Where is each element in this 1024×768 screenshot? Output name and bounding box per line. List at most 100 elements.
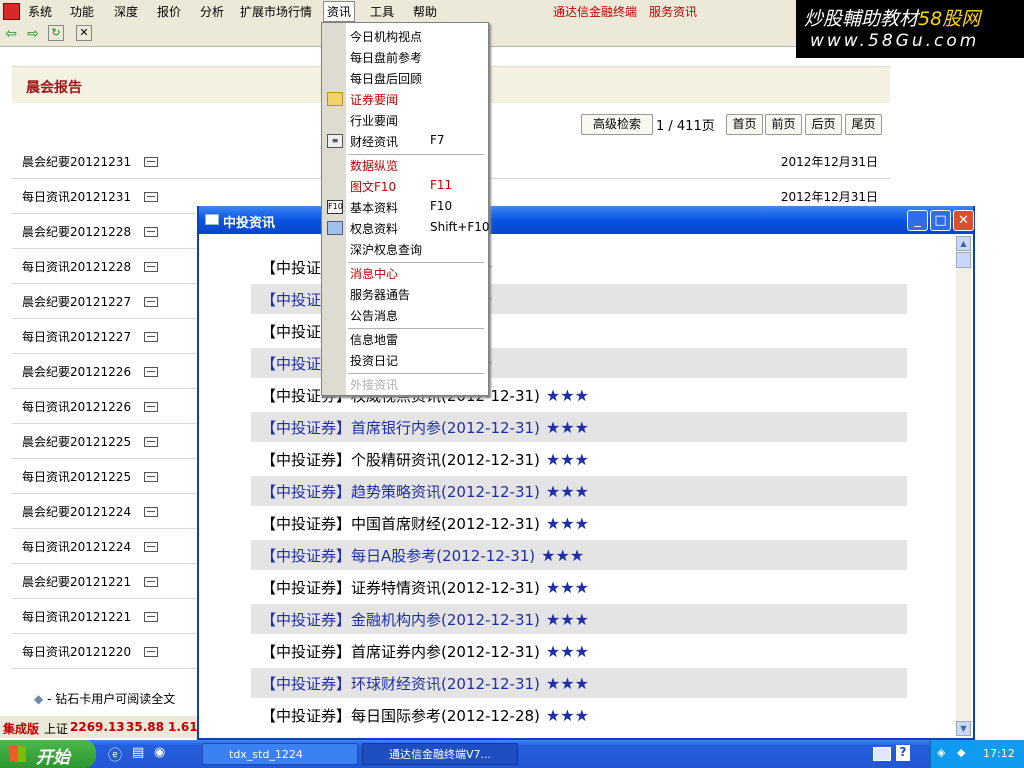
news-title[interactable]: 【中投证券】中国首席财经(: [261, 515, 447, 533]
report-row-title[interactable]: 晨会纪要20121225: [22, 433, 131, 450]
report-row-title[interactable]: 每日资讯20121224: [22, 538, 131, 555]
menu-item[interactable]: 信息地雷: [350, 331, 398, 348]
last-page-button[interactable]: 尾页: [845, 114, 882, 135]
news-title[interactable]: 【中投证券】首席证券内参(: [261, 643, 447, 661]
report-row-title[interactable]: 晨会纪要20121224: [22, 503, 131, 520]
report-row-title[interactable]: 晨会纪要20121228: [22, 223, 131, 240]
news-row[interactable]: 【中投证券】趋势策略资讯(2012-12-31) ★★★: [251, 476, 907, 506]
scroll-down-icon[interactable]: ▼: [956, 721, 971, 736]
news-row[interactable]: 【中投证券】首席证券内参(2012-12-31) ★★★: [251, 636, 907, 666]
menu-analysis[interactable]: 分析: [200, 3, 224, 20]
document-icon[interactable]: [144, 542, 158, 552]
report-row-title[interactable]: 晨会纪要20121227: [22, 293, 131, 310]
news-row-text[interactable]: 【中投证券】环球财经资讯(2012-12-31) ★★★: [261, 673, 589, 694]
news-row-text[interactable]: 【中投证券】首席银行内参(2012-12-31) ★★★: [261, 417, 589, 438]
news-row-text[interactable]: 【中投证券】证券特情资讯(2012-12-31) ★★★: [261, 577, 589, 598]
report-row-title[interactable]: 每日资讯20121225: [22, 468, 131, 485]
ie-icon[interactable]: ⓔ: [108, 745, 122, 765]
dialog-close-button[interactable]: ✕: [953, 210, 974, 231]
menu-extended-market[interactable]: 扩展市场行情: [240, 3, 312, 20]
menu-item[interactable]: 深沪权息查询: [350, 241, 422, 258]
menu-tools[interactable]: 工具: [370, 3, 394, 20]
document-icon[interactable]: [144, 472, 158, 482]
news-row[interactable]: 【中投证券】个股精研资讯(2012-12-31) ★★★: [251, 444, 907, 474]
document-icon[interactable]: [144, 507, 158, 517]
news-row-text[interactable]: 【中投证券】中国首席财经(2012-12-31) ★★★: [261, 513, 589, 534]
report-row-title[interactable]: 晨会纪要20121231: [22, 153, 131, 170]
close-icon[interactable]: ✕: [76, 25, 92, 41]
menu-help[interactable]: 帮助: [413, 3, 437, 20]
news-row-text[interactable]: 【中投证券】金融机构内参(2012-12-31) ★★★: [261, 609, 589, 630]
menu-item[interactable]: 基本资料 F10: [350, 199, 452, 216]
news-title[interactable]: 【中投证券】证券特情资讯(: [261, 579, 447, 597]
first-page-button[interactable]: 首页: [726, 114, 763, 135]
next-page-button[interactable]: 后页: [805, 114, 842, 135]
news-row[interactable]: 【中投证券】证券特情资讯(2012-12-31) ★★★: [251, 572, 907, 602]
document-icon[interactable]: [144, 402, 158, 412]
menu-item[interactable]: 行业要闻: [350, 112, 398, 129]
document-icon[interactable]: [144, 332, 158, 342]
maximize-button[interactable]: □: [930, 210, 951, 231]
menu-item[interactable]: 财经资讯 F7: [350, 133, 445, 150]
menu-item[interactable]: 公告消息: [350, 307, 398, 324]
report-row-title[interactable]: 每日资讯20121220: [22, 643, 131, 660]
menu-item[interactable]: 今日机构视点: [350, 28, 422, 45]
menu-system[interactable]: 系统: [28, 3, 52, 20]
task-terminal[interactable]: 通达信金融终端V7...: [362, 743, 518, 765]
forward-arrow-icon[interactable]: ⇨: [24, 25, 42, 43]
refresh-icon[interactable]: ↻: [48, 25, 64, 41]
report-row-title[interactable]: 每日资讯20121226: [22, 398, 131, 415]
network-icon[interactable]: ◈: [937, 746, 945, 759]
document-icon[interactable]: [144, 367, 158, 377]
news-row[interactable]: 【中投证券】中国首席财经(2012-12-31) ★★★: [251, 508, 907, 538]
desktop-icon[interactable]: ▤: [132, 745, 144, 760]
news-row-text[interactable]: 【中投证券】个股精研资讯(2012-12-31) ★★★: [261, 449, 589, 470]
report-row-title[interactable]: 每日资讯20121228: [22, 258, 131, 275]
menu-item[interactable]: 数据纵览: [350, 157, 398, 174]
news-title[interactable]: 【中投证券】每日国际参考(: [261, 707, 447, 725]
clock[interactable]: 17:12: [983, 747, 1015, 760]
report-row-title[interactable]: 每日资讯20121227: [22, 328, 131, 345]
news-title[interactable]: 【中投证券】金融机构内参(: [261, 611, 447, 629]
keyboard-icon[interactable]: [873, 747, 891, 761]
start-button[interactable]: 开始: [0, 740, 96, 768]
news-row[interactable]: 【中投证券】每日国际参考(2012-12-28) ★★★: [251, 700, 907, 730]
report-row-title[interactable]: 每日资讯20121221: [22, 608, 131, 625]
menu-item[interactable]: 图文F10 F11: [350, 178, 452, 195]
report-row-title[interactable]: 每日资讯20121231: [22, 188, 131, 205]
menu-function[interactable]: 功能: [70, 3, 94, 20]
news-title[interactable]: 【中投证券】趋势策略资讯(: [261, 483, 447, 501]
document-icon[interactable]: [144, 297, 158, 307]
link-terminal[interactable]: 通达信金融终端: [553, 3, 637, 20]
help-icon[interactable]: ?: [896, 745, 910, 761]
dialog-title-bar[interactable]: 中投资讯 _ □ ✕: [199, 206, 974, 234]
menu-item[interactable]: 每日盘后回顾: [350, 70, 422, 87]
minimize-button[interactable]: _: [907, 210, 928, 231]
dialog-scrollbar[interactable]: ▲ ▼: [956, 236, 971, 736]
task-folder[interactable]: tdx_std_1224: [202, 743, 358, 765]
scroll-up-icon[interactable]: ▲: [956, 236, 971, 251]
news-row-text[interactable]: 【中投证券】首席证券内参(2012-12-31) ★★★: [261, 641, 589, 662]
news-title[interactable]: 【中投证券】每日A股参考(: [261, 547, 442, 565]
menu-item[interactable]: 消息中心: [350, 265, 398, 282]
report-row-title[interactable]: 晨会纪要20121221: [22, 573, 131, 590]
scroll-thumb[interactable]: [956, 252, 971, 268]
document-icon[interactable]: [144, 157, 158, 167]
news-title[interactable]: 【中投证券】首席银行内参(: [261, 419, 447, 437]
menu-item[interactable]: 证券要闻: [350, 91, 398, 108]
news-row[interactable]: 【中投证券】环球财经资讯(2012-12-31) ★★★: [251, 668, 907, 698]
menu-depth[interactable]: 深度: [114, 3, 138, 20]
document-icon[interactable]: [144, 262, 158, 272]
media-icon[interactable]: ◉: [154, 745, 165, 760]
menu-item[interactable]: 服务器通告: [350, 286, 410, 303]
menu-quote[interactable]: 报价: [157, 3, 181, 20]
menu-item[interactable]: 权息资料 Shift+F10: [350, 220, 490, 237]
menu-item[interactable]: 投资日记: [350, 352, 398, 369]
back-arrow-icon[interactable]: ⇦: [2, 25, 20, 43]
menu-item[interactable]: 每日盘前参考: [350, 49, 422, 66]
volume-icon[interactable]: ◆: [957, 746, 965, 759]
news-row[interactable]: 【中投证券】首席银行内参(2012-12-31) ★★★: [251, 412, 907, 442]
link-service-info[interactable]: 服务资讯: [649, 3, 697, 20]
news-row-text[interactable]: 【中投证券】每日A股参考(2012-12-31) ★★★: [261, 545, 584, 566]
prev-page-button[interactable]: 前页: [765, 114, 802, 135]
